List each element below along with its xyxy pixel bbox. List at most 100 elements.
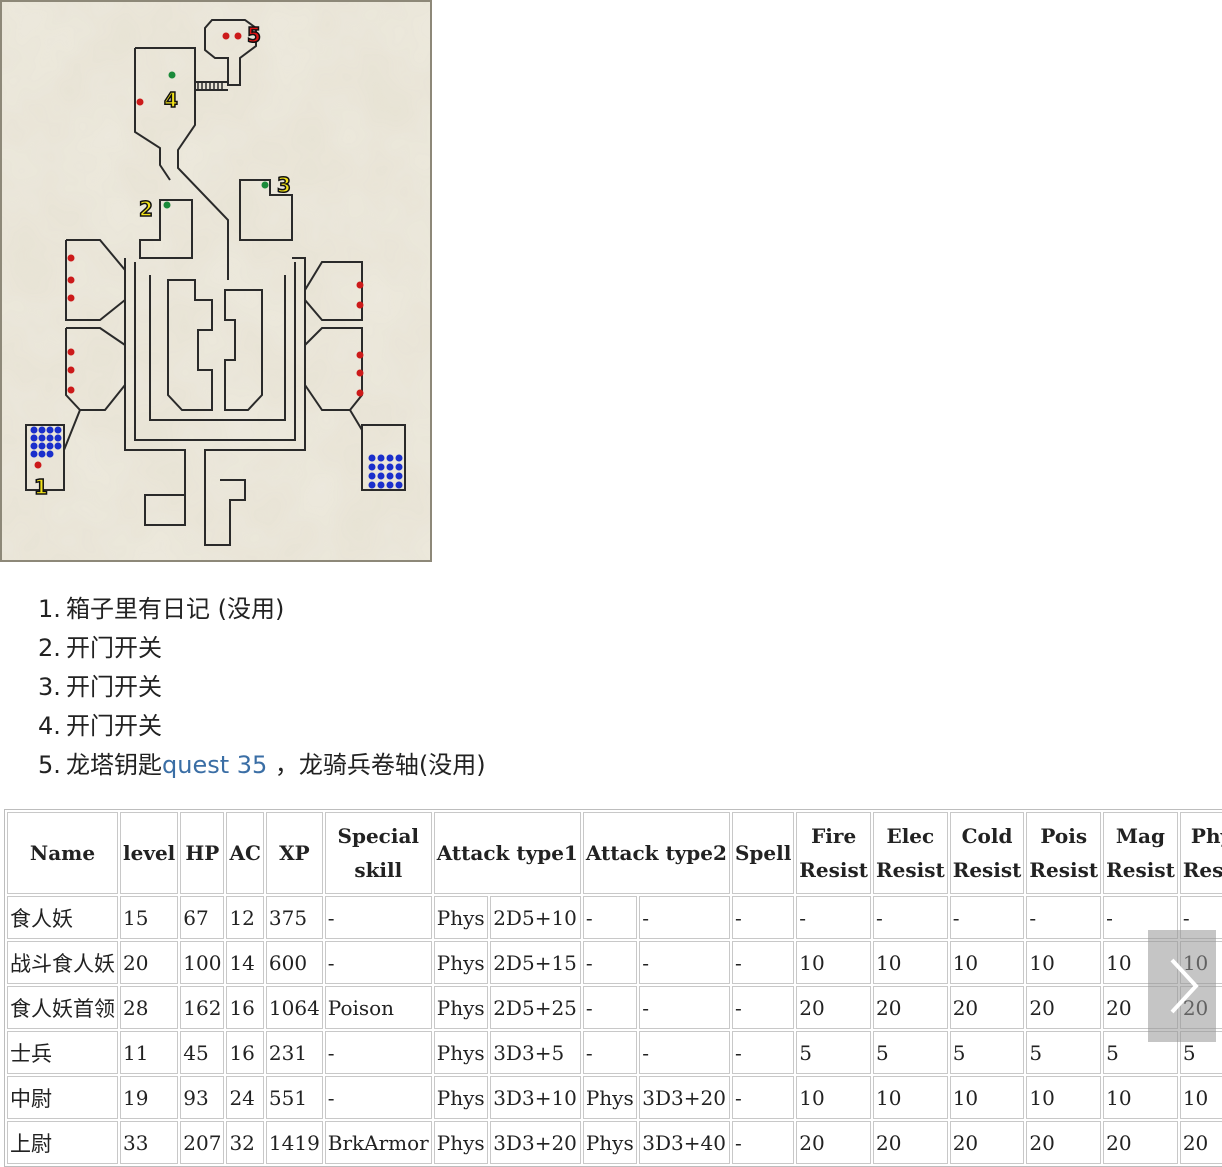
table-cell: 16 (226, 986, 264, 1029)
header-mag-resist: Mag Resist (1103, 812, 1178, 894)
notes-list: 1. 箱子里有日记 (没用) 2. 开门开关 3. 开门开关 4. 开门开关 5. 龙塔钥… (38, 590, 486, 785)
note-text-after: ，龙骑兵卷轴(没用) (267, 751, 486, 779)
table-cell: 20 (873, 986, 948, 1029)
monster-name-cell: 战斗食人妖 (7, 941, 118, 984)
table-cell: 3D3+40 (639, 1121, 730, 1164)
table-cell: - (324, 896, 432, 939)
table-cell: 19 (120, 1076, 179, 1119)
chevron-right-icon (1170, 958, 1199, 1014)
quest-35-link[interactable]: quest 35 (162, 751, 267, 779)
table-cell: 1419 (265, 1121, 323, 1164)
map-marker-2: 2 (139, 197, 153, 221)
header-cold-resist: Cold Resist (949, 812, 1025, 894)
table-cell: - (731, 896, 795, 939)
table-cell: 15 (120, 896, 179, 939)
table-cell: - (796, 896, 871, 939)
table-header-row: Name level HP AC XP Special skill Attack… (7, 812, 1222, 894)
table-cell: 100 (180, 941, 225, 984)
table-cell: 20 (949, 986, 1025, 1029)
table-row: 上尉 33 207 32 1419 BrkArmor Phys 3D3+20 Phys 3D3+4… (7, 1121, 1222, 1164)
note-text: 箱子里有日记 (没用) (66, 595, 285, 623)
table-cell: 20 (1026, 986, 1102, 1029)
table-cell: 3D3+5 (490, 1031, 581, 1074)
table-cell: 28 (120, 986, 179, 1029)
header-fire-resist: Fire Resist (796, 812, 871, 894)
table-cell: 11 (120, 1031, 179, 1074)
list-item: 5. 龙塔钥匙quest 35 ，龙骑兵卷轴(没用) (38, 751, 486, 779)
table-cell: 93 (180, 1076, 225, 1119)
table-cell: Phys (582, 1076, 638, 1119)
table-cell: 2D5+10 (490, 896, 581, 939)
table-cell: 10 (1103, 1076, 1178, 1119)
table-cell: 207 (180, 1121, 225, 1164)
table-cell: 16 (226, 1031, 264, 1074)
table-cell: 5 (1026, 1031, 1102, 1074)
table-cell: 20 (949, 1121, 1025, 1164)
table-cell: 24 (226, 1076, 264, 1119)
table-cell: 12 (226, 896, 264, 939)
table-cell: BrkArmor (324, 1121, 432, 1164)
table-cell: Phys (582, 1121, 638, 1164)
table-cell: - (582, 1031, 638, 1074)
table-cell: 20 (796, 1121, 871, 1164)
list-item: 1. 箱子里有日记 (没用) (38, 595, 285, 623)
header-pois-resist: Pois Resist (1026, 812, 1102, 894)
table-row: 战斗食人妖2010014600-Phys2D5+15---10101010101… (7, 941, 1222, 984)
table-cell: - (731, 986, 795, 1029)
header-special-skill: Special skill (324, 812, 432, 894)
table-cell: 67 (180, 896, 225, 939)
header-level: level (120, 812, 179, 894)
monster-name-cell: 食人妖首领 (7, 986, 118, 1029)
table-cell: 551 (265, 1076, 323, 1119)
table-cell: 14 (226, 941, 264, 984)
table-cell: 33 (120, 1121, 179, 1164)
next-slide-button[interactable] (1148, 930, 1216, 1042)
table-row: 中尉 19 93 24 551- Phys 3D3+10 Phys 3D3+20-10 10 10 1… (7, 1076, 1222, 1119)
table-cell: 10 (1179, 1076, 1222, 1119)
table-cell: - (949, 896, 1025, 939)
table-cell: 162 (180, 986, 225, 1029)
header-name: Name (7, 812, 118, 894)
table-cell: 10 (1026, 941, 1102, 984)
table-cell: 375 (265, 896, 323, 939)
map-marker-3: 3 (277, 173, 291, 197)
table-row: 食人妖首领 28 162 16 1064 Poison Phys 2D5+25- - -20 20 2… (7, 986, 1222, 1029)
table-cell: 10 (949, 1076, 1025, 1119)
map-marker-1: 1 (34, 475, 48, 499)
table-cell: 3D3+20 (490, 1121, 581, 1164)
table-cell: - (582, 941, 638, 984)
table-cell: 5 (796, 1031, 871, 1074)
table-cell: 20 (1179, 1121, 1222, 1164)
monster-name-cell: 食人妖 (7, 896, 118, 939)
header-ac: AC (226, 812, 264, 894)
table-cell: 3D3+10 (490, 1076, 581, 1119)
map-marker-5: 5 (247, 23, 261, 47)
table-row: 食人妖 15 67 12 375- Phys 2D5+10- - - - - - - - - (7, 896, 1222, 939)
dungeon-map: 1 2 3 4 5 (0, 0, 432, 562)
table-cell: Phys (433, 1121, 489, 1164)
table-cell: 10 (796, 941, 871, 984)
table-cell: 1064 (265, 986, 323, 1029)
table-cell: 20 (796, 986, 871, 1029)
table-cell: - (324, 941, 432, 984)
list-item: 3. 开门开关 (38, 673, 162, 701)
table-cell: 20 (120, 941, 179, 984)
table-cell: - (639, 986, 730, 1029)
table-cell: Phys (433, 941, 489, 984)
table-cell: 2D5+15 (490, 941, 581, 984)
table-cell: 600 (265, 941, 323, 984)
table-cell: Phys (433, 1076, 489, 1119)
table-cell: 10 (949, 941, 1025, 984)
table-cell: 45 (180, 1031, 225, 1074)
table-cell: 20 (1103, 1121, 1178, 1164)
header-attack-type1: Attack type1 (433, 812, 581, 894)
table-cell: 3D3+20 (639, 1076, 730, 1119)
list-item: 2. 开门开关 (38, 634, 162, 662)
note-text: 龙塔钥匙 (66, 751, 162, 779)
table-cell: - (731, 1121, 795, 1164)
table-cell: Phys (433, 1031, 489, 1074)
table-cell: 10 (1026, 1076, 1102, 1119)
table-cell: 5 (873, 1031, 948, 1074)
table-cell: - (731, 1076, 795, 1119)
header-spell: Spell (731, 812, 795, 894)
